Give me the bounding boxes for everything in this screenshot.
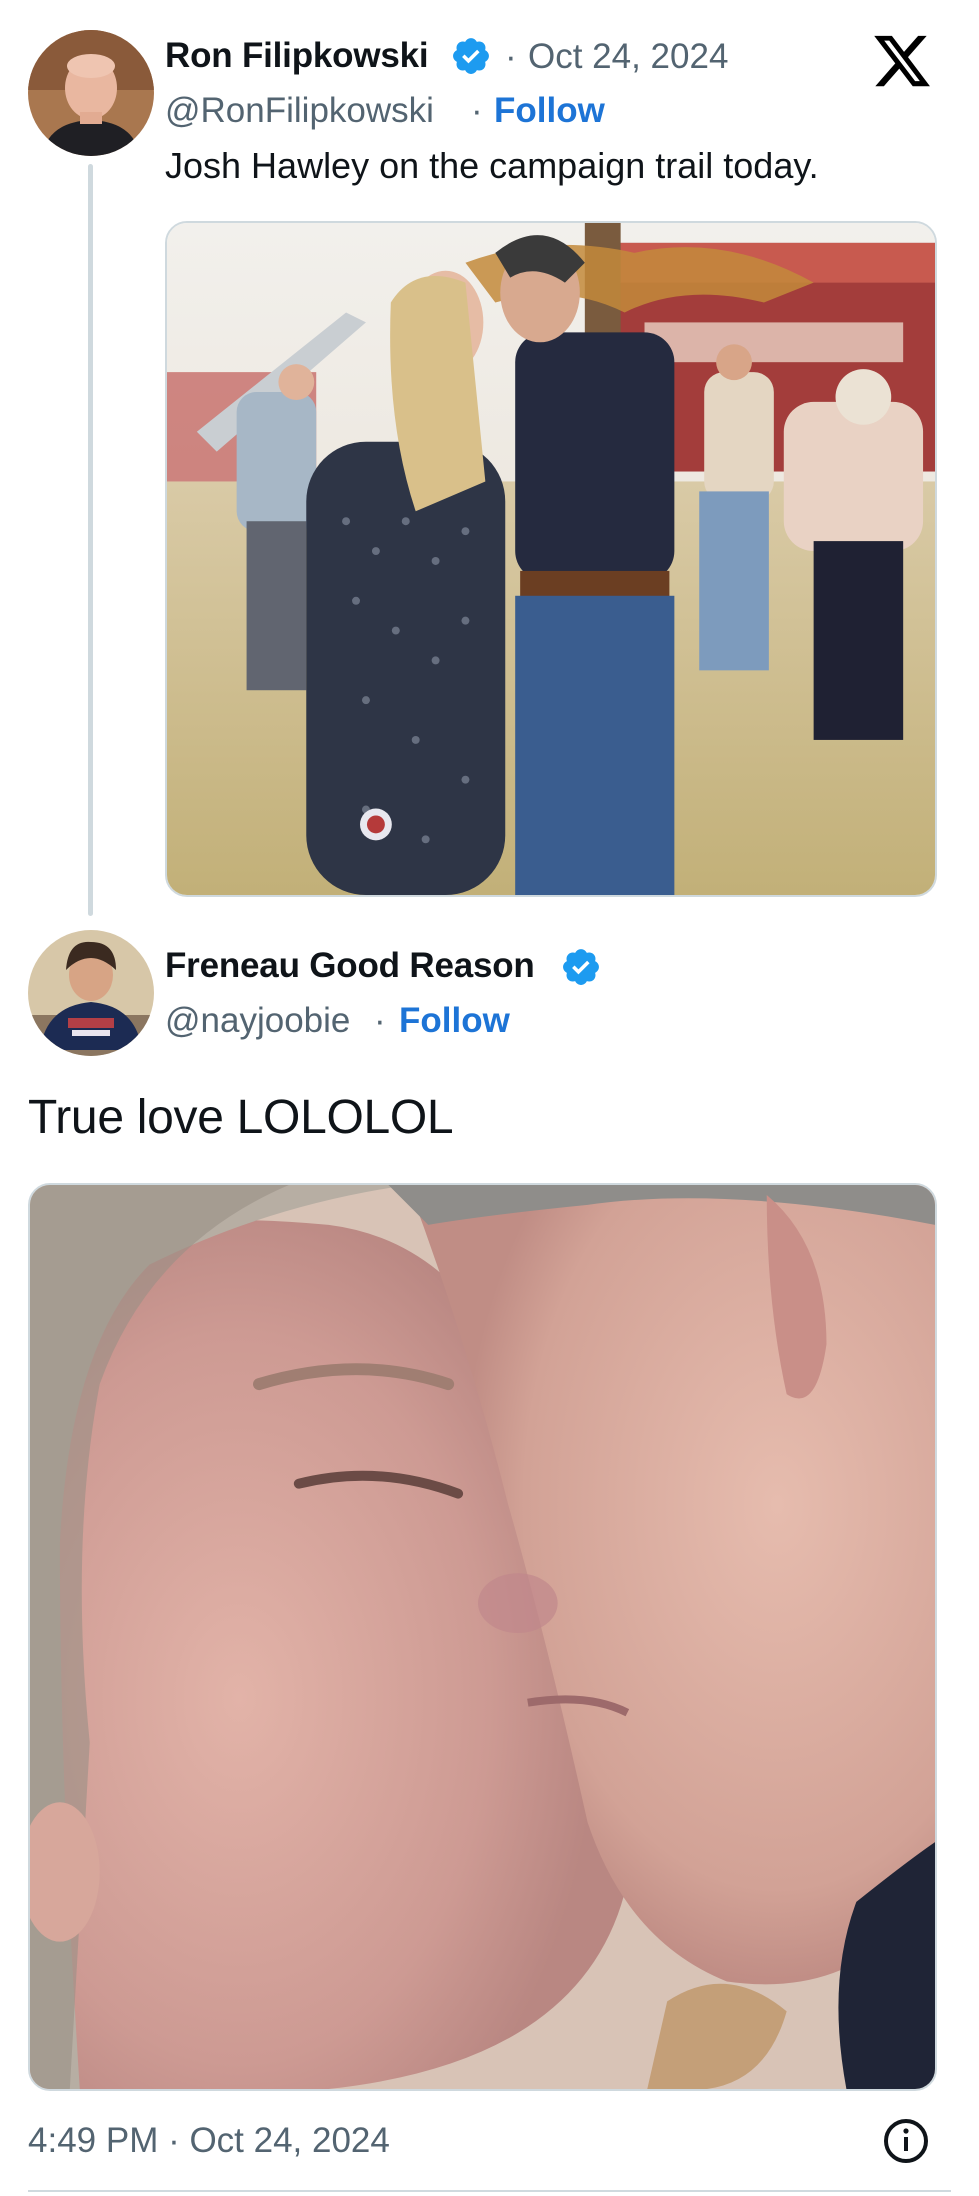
quote-text: True love LOLOLOL <box>28 1091 454 1144</box>
thread-connector-line <box>88 164 93 916</box>
follow-button[interactable]: Follow <box>494 91 605 131</box>
date-separator: · <box>505 37 517 76</box>
avatar[interactable] <box>28 30 154 156</box>
follow-separator: · <box>374 1001 386 1040</box>
verified-badge-icon <box>563 949 599 985</box>
tweet-text: Josh Hawley on the campaign trail today. <box>165 145 819 186</box>
quote-author-name[interactable]: Freneau Good Reason <box>165 946 535 986</box>
tweet-photo[interactable] <box>165 221 937 897</box>
divider <box>28 2190 951 2192</box>
follow-separator: · <box>471 91 483 130</box>
x-logo-icon[interactable] <box>871 30 933 92</box>
avatar[interactable] <box>28 930 154 1056</box>
quote-author-handle[interactable]: @nayjoobie <box>165 1001 350 1041</box>
quote-photo[interactable] <box>28 1183 937 2091</box>
timestamp[interactable]: 4:49 PM · Oct 24, 2024 <box>28 2121 390 2161</box>
info-icon[interactable] <box>882 2117 930 2165</box>
verified-badge-icon <box>453 38 489 74</box>
tweet-date[interactable]: Oct 24, 2024 <box>528 37 728 77</box>
follow-button[interactable]: Follow <box>399 1001 510 1041</box>
author-handle[interactable]: @RonFilipkowski <box>165 91 434 131</box>
author-name[interactable]: Ron Filipkowski <box>165 36 429 76</box>
